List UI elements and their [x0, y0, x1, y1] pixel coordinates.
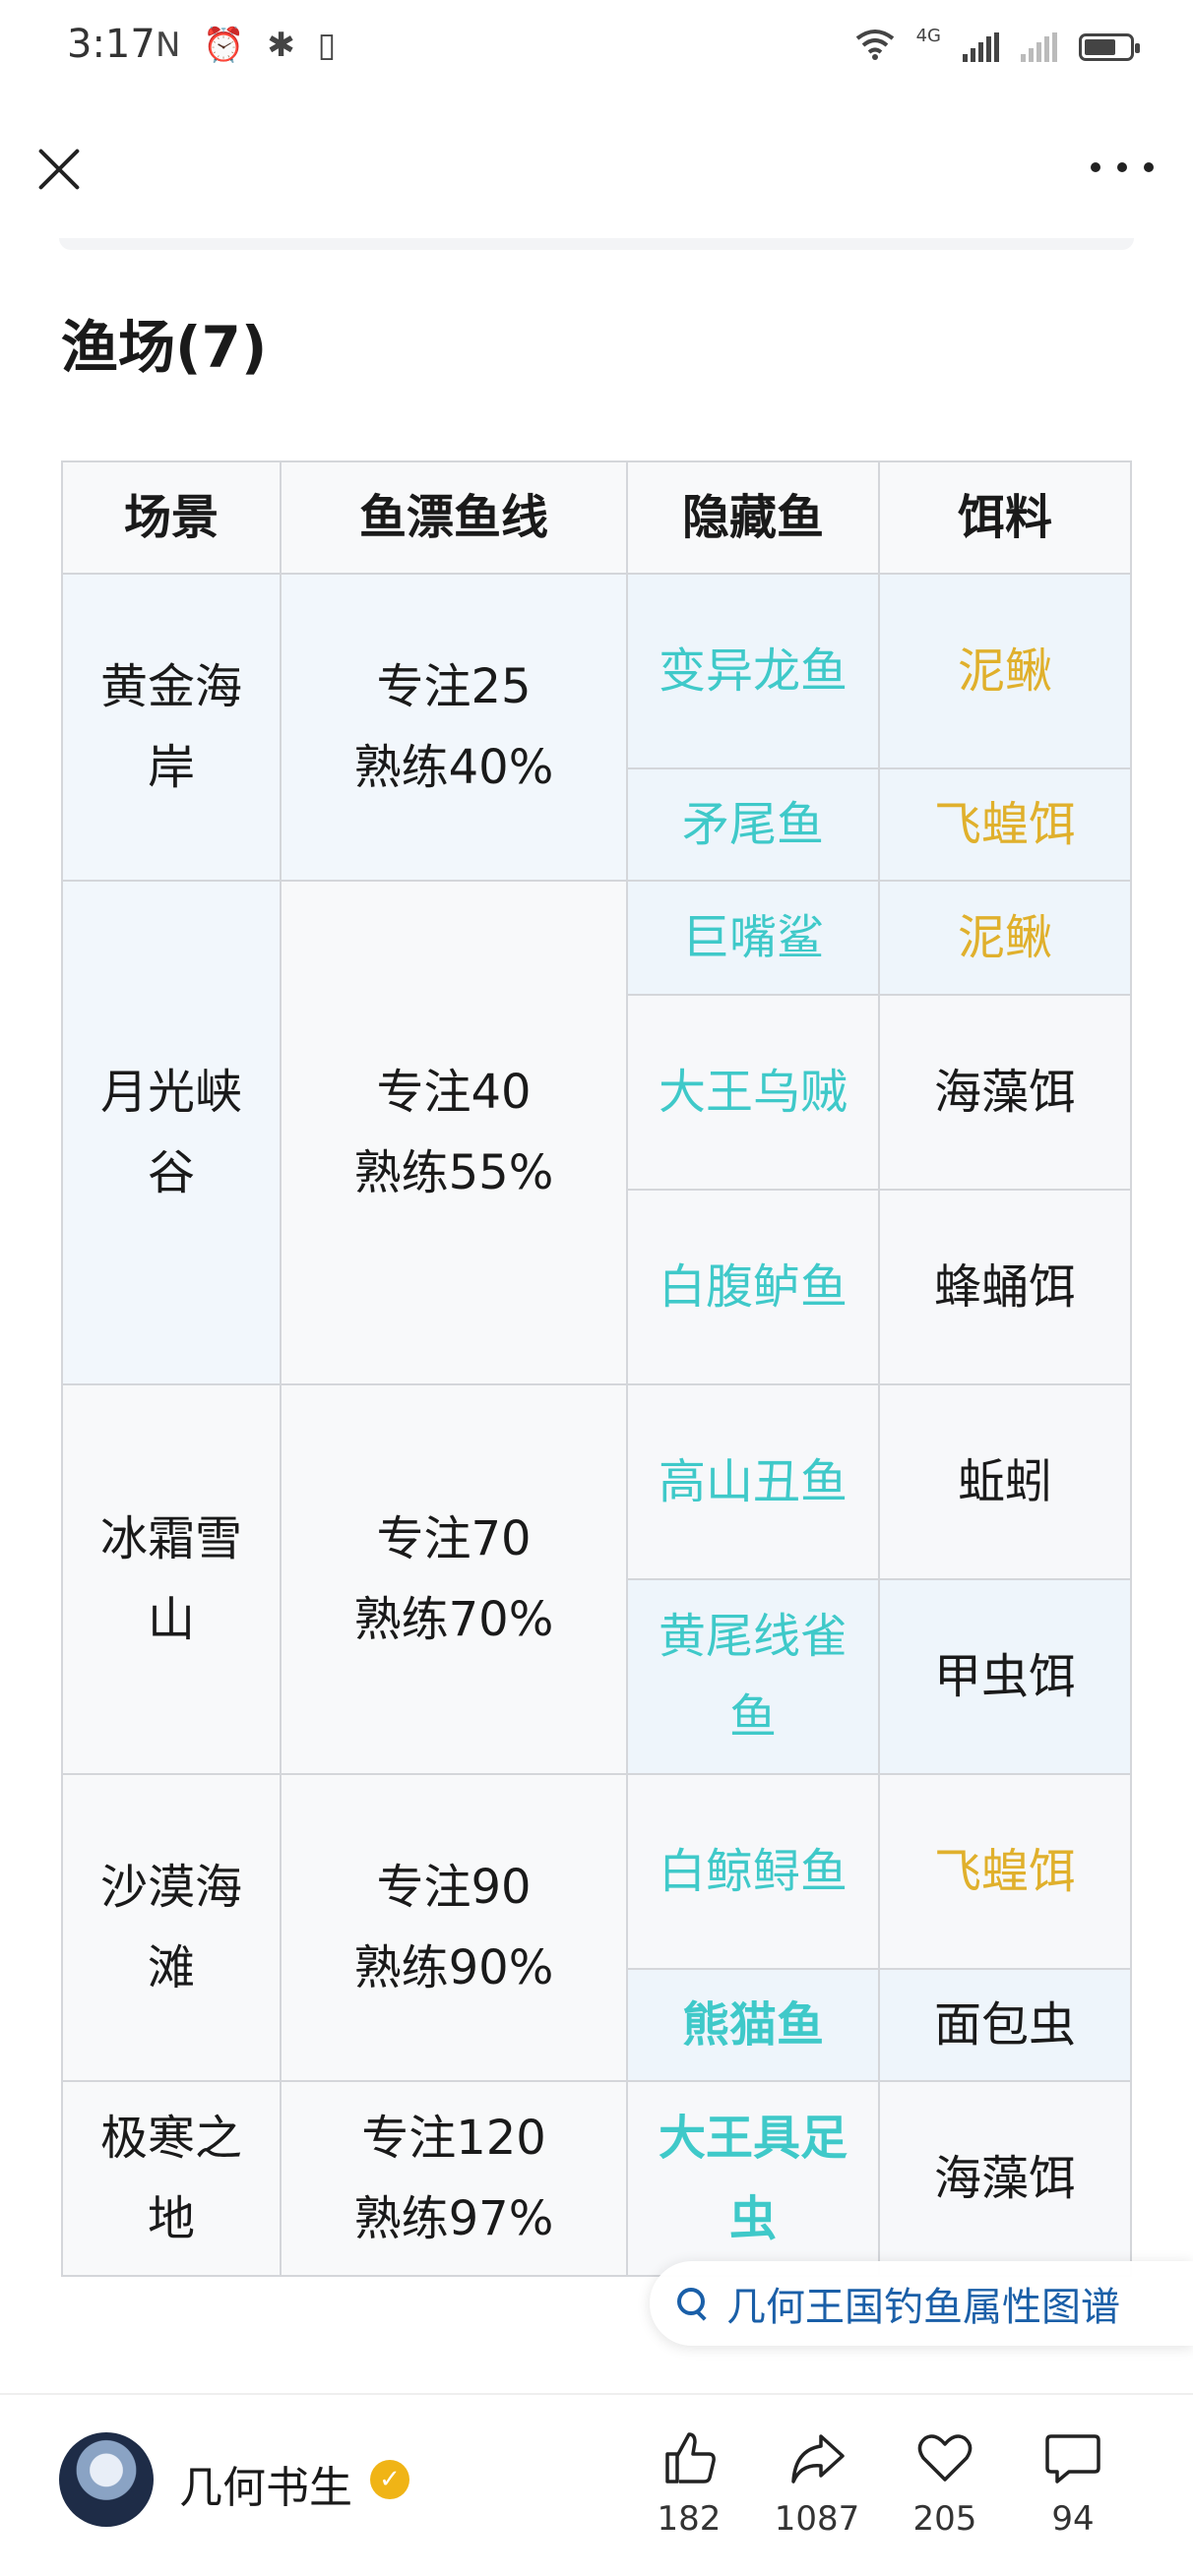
scene-cell: 极寒之地 [61, 2080, 282, 2277]
rod-skill: 熟练70% [353, 1592, 554, 1647]
rod-focus: 专注70 [376, 1511, 532, 1566]
table-row: 冰霜雪山 专注70 熟练70% 高山丑鱼 蚯蚓 [61, 1383, 1132, 1775]
wifi-icon [855, 29, 895, 67]
bait-link[interactable]: 泥鳅 [878, 573, 1132, 769]
bait-cell: 蚯蚓 [878, 1383, 1132, 1580]
favorite-button[interactable]: 205 [886, 2428, 1004, 2539]
rod-cell: 专注90 熟练90% [280, 1773, 628, 2082]
status-right-icons: 4G [855, 25, 1140, 67]
status-left-icons: N ⏰ ✱ ▯ [156, 26, 343, 65]
hidden-fish-link[interactable]: 矛尾鱼 [626, 767, 880, 882]
rod-cell: 专注70 熟练70% [280, 1383, 628, 1775]
rod-focus: 专注40 [376, 1065, 532, 1120]
hidden-fish-link[interactable]: 白腹鲈鱼 [626, 1189, 880, 1385]
bait-link[interactable]: 飞蝗饵 [878, 767, 1132, 882]
rod-focus: 专注120 [361, 2111, 546, 2166]
header-bait: 饵料 [878, 460, 1132, 575]
hidden-fish-link[interactable]: 白鲸鲟鱼 [626, 1773, 880, 1970]
comment-button[interactable]: 94 [1014, 2428, 1132, 2539]
status-time: 3:17 [67, 22, 156, 67]
bait-link[interactable]: 泥鳅 [878, 880, 1132, 996]
scene-cell: 沙漠海滩 [61, 1773, 282, 2082]
rod-skill: 熟练40% [353, 740, 554, 795]
like-button[interactable]: 182 [630, 2428, 748, 2539]
rod-cell: 专注25 熟练40% [280, 573, 628, 882]
rod-skill: 熟练55% [353, 1145, 554, 1200]
avatar[interactable] [59, 2432, 154, 2527]
favorite-count: 205 [912, 2499, 977, 2539]
section-title: 渔场(7) [61, 314, 268, 381]
rod-cell: 专注40 熟练55% [280, 880, 628, 1385]
header-rod: 鱼漂鱼线 [280, 460, 628, 575]
bait-cell: 海藻饵 [878, 994, 1132, 1191]
header-hidden-fish: 隐藏鱼 [626, 460, 880, 575]
scene-cell: 黄金海岸 [61, 573, 282, 882]
table-row: 沙漠海滩 专注90 熟练90% 白鲸鲟鱼 飞蝗饵 [61, 1773, 1132, 2082]
header-scene: 场景 [61, 460, 282, 575]
scene-cell: 月光峡谷 [61, 880, 282, 1385]
hidden-fish-link[interactable]: 高山丑鱼 [626, 1383, 880, 1580]
share-icon [758, 2428, 876, 2491]
bottom-action-bar: 几何书生 ✓ 182 1087 205 94 [0, 2393, 1193, 2576]
hidden-fish-link[interactable]: 大王乌贼 [626, 994, 880, 1191]
bait-cell: 面包虫 [878, 1968, 1132, 2082]
signal-strength-icon [963, 32, 999, 62]
content-card-edge [59, 238, 1134, 250]
rod-cell: 专注120 熟练97% [280, 2080, 628, 2277]
comment-icon [1014, 2428, 1132, 2491]
hidden-fish-link[interactable]: 熊猫鱼 [626, 1968, 880, 2082]
thumbs-up-icon [630, 2428, 748, 2491]
table-row: 月光峡谷 专注40 熟练55% 巨嘴鲨 泥鳅 [61, 880, 1132, 1385]
bait-cell: 蜂蛹饵 [878, 1189, 1132, 1385]
table-row: 极寒之地 专注120 熟练97% 大王具足虫 海藻饵 [61, 2080, 1132, 2277]
rod-skill: 熟练97% [353, 2191, 554, 2246]
bait-cell: 甲虫饵 [878, 1578, 1132, 1775]
status-bar: 3:17 N ⏰ ✱ ▯ 4G [0, 0, 1193, 98]
more-icon[interactable] [1091, 155, 1154, 179]
rod-skill: 熟练90% [353, 1940, 554, 1995]
share-count: 1087 [774, 2499, 860, 2539]
verified-badge-icon: ✓ [370, 2460, 409, 2499]
signal-secondary-icon [1021, 32, 1057, 62]
battery-icon [1079, 33, 1140, 61]
scene-cell: 冰霜雪山 [61, 1383, 282, 1775]
rod-focus: 专注90 [376, 1860, 532, 1915]
hidden-fish-link[interactable]: 黄尾线雀鱼 [626, 1578, 880, 1775]
bait-link[interactable]: 飞蝗饵 [878, 1773, 1132, 1970]
search-suggestion-text: 几何王国钓鱼属性图谱 [726, 2285, 1120, 2330]
network-type-label: 4G [915, 25, 941, 46]
hidden-fish-link[interactable]: 巨嘴鲨 [626, 880, 880, 996]
close-icon[interactable] [30, 140, 89, 199]
top-navigation [0, 98, 1193, 241]
table-header-row: 场景 鱼漂鱼线 隐藏鱼 饵料 [61, 460, 1132, 575]
author-name[interactable]: 几何书生 [179, 2452, 352, 2515]
table-row: 黄金海岸 专注25 熟练40% 变异龙鱼 泥鳅 [61, 573, 1132, 882]
bait-cell: 海藻饵 [878, 2080, 1132, 2277]
share-button[interactable]: 1087 [758, 2428, 876, 2539]
search-suggestion-button[interactable]: 几何王国钓鱼属性图谱 [650, 2261, 1193, 2346]
hidden-fish-link[interactable]: 大王具足虫 [626, 2080, 880, 2277]
fishing-table: 场景 鱼漂鱼线 隐藏鱼 饵料 黄金海岸 专注25 熟练40% 变异龙鱼 泥鳅 矛… [61, 460, 1132, 2277]
heart-icon [886, 2428, 1004, 2491]
hidden-fish-link[interactable]: 变异龙鱼 [626, 573, 880, 769]
search-icon [673, 2284, 713, 2323]
rod-focus: 专注25 [376, 659, 532, 714]
like-count: 182 [657, 2499, 722, 2539]
comment-count: 94 [1051, 2499, 1095, 2539]
